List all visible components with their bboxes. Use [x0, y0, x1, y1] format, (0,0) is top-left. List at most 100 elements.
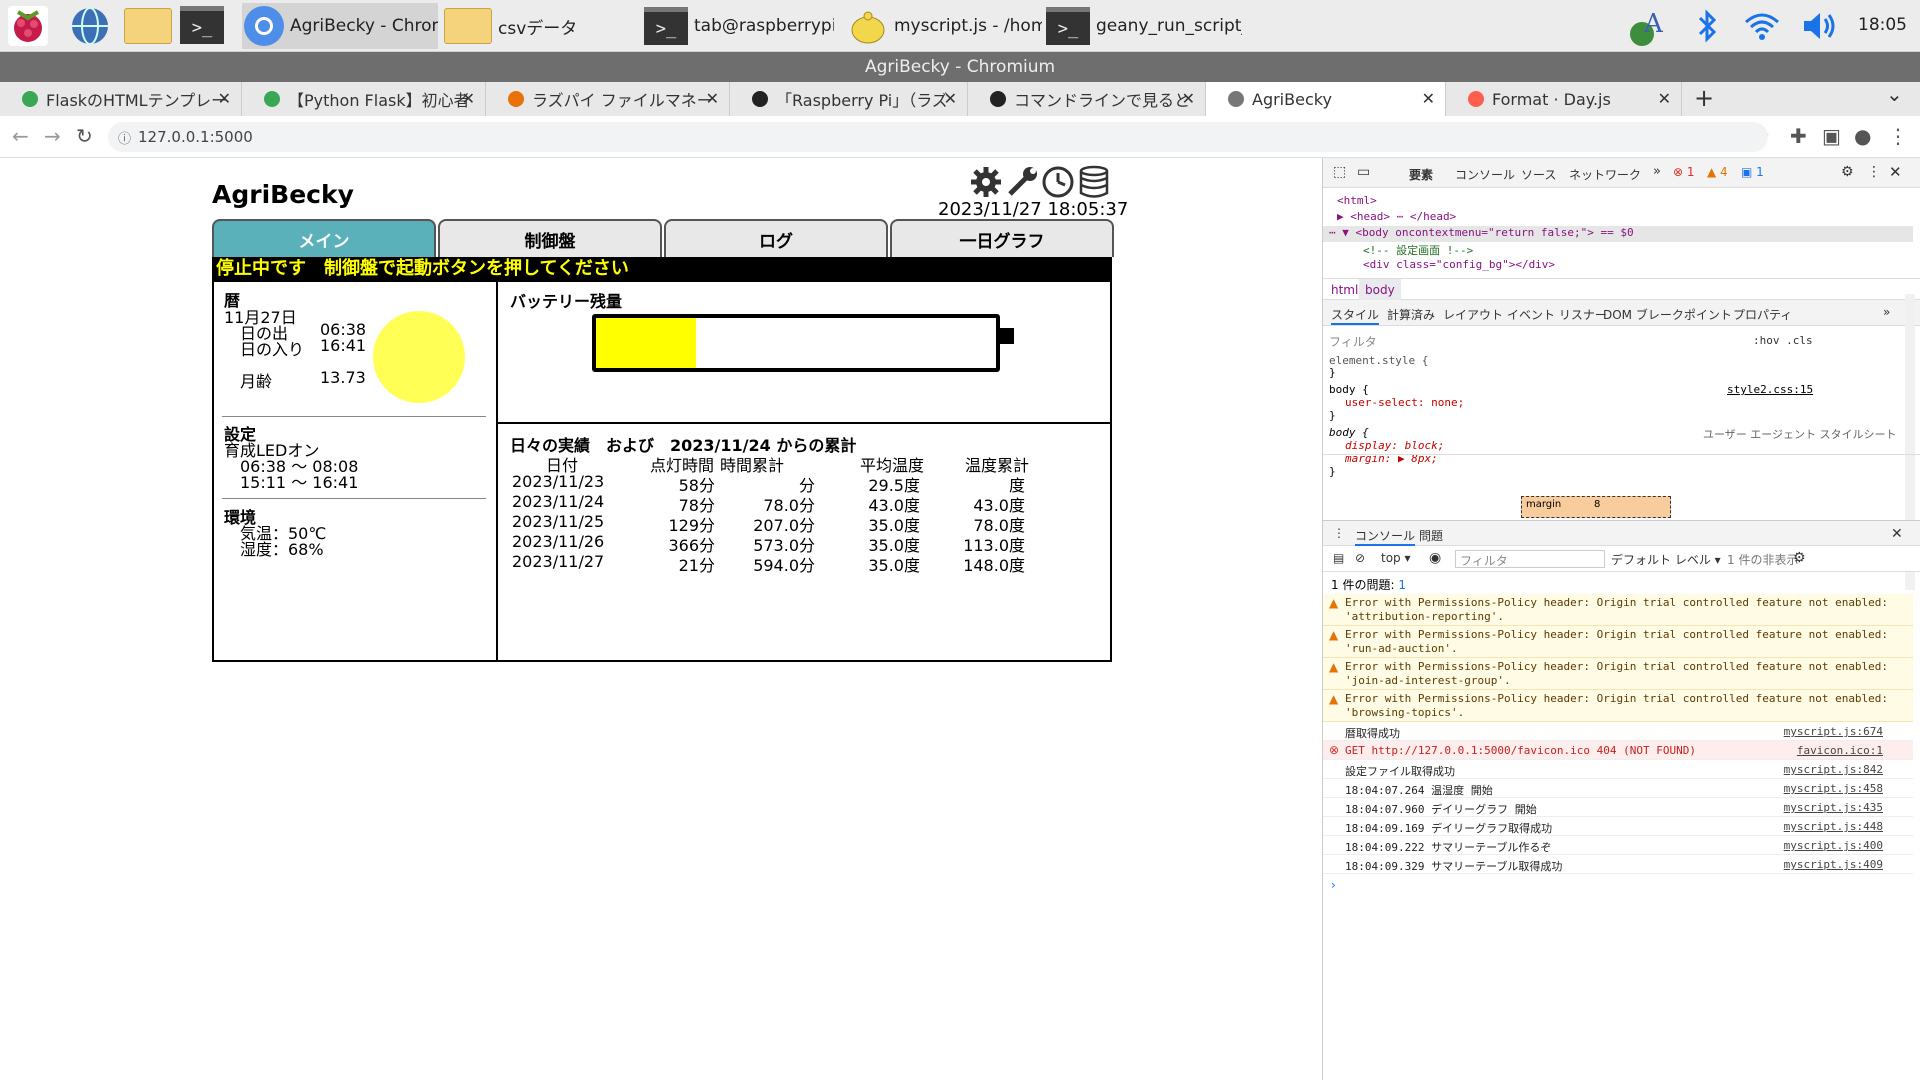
side-panel-icon[interactable]: ▣: [1822, 124, 1841, 148]
info-icon[interactable]: ⓘ: [118, 128, 131, 147]
warning-count-badge[interactable]: ▲ 4: [1707, 165, 1728, 179]
browser-tab[interactable]: ラズパイ ファイルマネー ✕: [486, 82, 730, 116]
updater-icon[interactable]: A: [1626, 6, 1666, 46]
styles-subtab[interactable]: DOM ブレークポイント: [1603, 306, 1732, 323]
tab-log[interactable]: ログ: [664, 219, 888, 257]
log-source-link[interactable]: myscript.js:674: [1784, 725, 1883, 738]
clear-console-icon[interactable]: ⊘: [1355, 551, 1365, 565]
rule-element-style[interactable]: element.style {: [1329, 354, 1428, 367]
log-source-link[interactable]: myscript.js:448: [1784, 820, 1883, 833]
console-log[interactable]: 18:04:09.169 デイリーグラフ取得成功 myscript.js:448: [1323, 817, 1913, 836]
close-devtools-icon[interactable]: ✕: [1889, 163, 1902, 181]
close-tab-icon[interactable]: ✕: [944, 89, 957, 108]
rule-body-selector[interactable]: body {: [1329, 383, 1369, 396]
console-log[interactable]: 設定ファイル取得成功 myscript.js:842: [1323, 760, 1913, 779]
styles-subtab[interactable]: イベント リスナー: [1507, 306, 1607, 323]
close-drawer-icon[interactable]: ✕: [1891, 526, 1903, 542]
tab-control-panel[interactable]: 制御盤: [438, 219, 662, 257]
sidebar-toggle-icon[interactable]: ▤: [1333, 551, 1344, 565]
log-source-link[interactable]: favicon.ico:1: [1797, 744, 1883, 757]
styles-subtab[interactable]: 計算済み: [1387, 306, 1435, 323]
dom-node-div[interactable]: <div class="config_bg"></div>: [1363, 258, 1555, 271]
rule-source-link[interactable]: style2.css:15: [1727, 383, 1813, 396]
clock[interactable]: 18:05: [1858, 15, 1907, 35]
tab-daily-graph[interactable]: 一日グラフ: [890, 219, 1114, 257]
taskbar-chromium[interactable]: AgriBecky - Chromi...: [242, 3, 438, 49]
log-source-link[interactable]: myscript.js:400: [1784, 839, 1883, 852]
browser-tab[interactable]: Format · Day.js ✕: [1446, 82, 1682, 116]
log-source-link[interactable]: myscript.js:409: [1784, 858, 1883, 871]
close-tab-icon[interactable]: ✕: [462, 89, 475, 108]
browser-tab[interactable]: 「Raspberry Pi」（ラズ ✕: [730, 82, 968, 116]
browser-tab[interactable]: コマンドラインで見ると ✕: [968, 82, 1206, 116]
raspberry-menu-icon[interactable]: [8, 6, 48, 46]
close-tab-icon[interactable]: ✕: [218, 89, 231, 108]
devtools-tab-network[interactable]: ネットワーク: [1569, 166, 1641, 183]
close-tab-icon[interactable]: ✕: [706, 89, 719, 108]
database-icon[interactable]: [1077, 165, 1111, 199]
wrench-icon[interactable]: [1005, 165, 1039, 199]
issues-link[interactable]: 1 件の問題: 1: [1331, 576, 1406, 593]
crumb-body[interactable]: body: [1359, 279, 1401, 301]
console-log[interactable]: 18:04:09.222 サマリーテーブル作るぞ myscript.js:400: [1323, 836, 1913, 855]
browser-tab[interactable]: 【Python Flask】初心者 ✕: [242, 82, 486, 116]
log-source-link[interactable]: myscript.js:842: [1784, 763, 1883, 776]
dom-comment[interactable]: <!-- 設定画面 !-->: [1363, 242, 1473, 258]
taskbar-terminal[interactable]: >_ tab@raspberrypi: ...: [644, 3, 834, 49]
console-warning[interactable]: ▲ Error with Permissions-Policy header: O…: [1323, 594, 1913, 626]
dom-node-head[interactable]: ▶ <head> ⋯ </head>: [1337, 210, 1456, 223]
reload-icon[interactable]: ↻: [76, 124, 93, 148]
crumb-html[interactable]: html: [1331, 283, 1358, 297]
devtools-tab-elements[interactable]: 要素: [1409, 166, 1433, 183]
tab-main[interactable]: メイン: [212, 219, 436, 257]
log-source-link[interactable]: myscript.js:435: [1784, 801, 1883, 814]
styles-subtab[interactable]: レイアウト: [1443, 306, 1503, 323]
tab-search-icon[interactable]: ⌄: [1886, 82, 1903, 106]
log-level-dropdown[interactable]: デフォルト レベル ▾: [1611, 551, 1721, 568]
volume-icon[interactable]: [1798, 6, 1838, 46]
kebab-menu-icon[interactable]: ⋮: [1867, 164, 1881, 180]
console-log[interactable]: 暦取得成功 myscript.js:674: [1323, 722, 1913, 741]
clock-icon[interactable]: [1041, 165, 1075, 199]
settings-gear-icon[interactable]: ⚙: [1841, 164, 1854, 180]
console-warning[interactable]: ▲ Error with Permissions-Policy header: O…: [1323, 626, 1913, 658]
console-warning[interactable]: ▲ Error with Permissions-Policy header: O…: [1323, 658, 1913, 690]
taskbar-geany[interactable]: myscript.js - /hom...: [846, 3, 1042, 49]
url-field[interactable]: ⓘ 127.0.0.1:5000: [108, 122, 1768, 152]
styles-subtab[interactable]: プロパティ: [1733, 306, 1792, 323]
drawer-tab-console[interactable]: コンソール: [1355, 527, 1416, 546]
forward-icon[interactable]: →: [44, 124, 61, 148]
more-tabs-icon[interactable]: »: [1653, 164, 1661, 179]
console-settings-icon[interactable]: ⚙: [1793, 550, 1806, 566]
file-manager-icon[interactable]: [124, 6, 172, 46]
error-count-badge[interactable]: ⊗ 1: [1673, 165, 1695, 179]
gear-icon[interactable]: [969, 165, 1003, 199]
back-icon[interactable]: ←: [12, 124, 29, 148]
rule-ua-selector[interactable]: body {: [1329, 426, 1369, 439]
close-tab-icon[interactable]: ✕: [1182, 89, 1195, 108]
taskbar-folder-csv[interactable]: csvデータ: [444, 3, 634, 49]
styles-filter-input[interactable]: フィルタ: [1329, 333, 1377, 350]
console-filter-input[interactable]: フィルタ: [1455, 550, 1605, 568]
device-toggle-icon[interactable]: ▭: [1357, 164, 1370, 180]
drawer-tab-issues[interactable]: 問題: [1419, 527, 1443, 544]
live-expression-eye-icon[interactable]: ◉: [1429, 550, 1441, 566]
close-tab-icon[interactable]: ✕: [1422, 89, 1435, 108]
rule-property[interactable]: user-select: none;: [1345, 396, 1464, 409]
devtools-tab-console[interactable]: コンソール: [1455, 166, 1515, 183]
browser-globe-icon[interactable]: [70, 6, 110, 46]
taskbar-geany-script[interactable]: >_ geany_run_script_0...: [1046, 3, 1242, 49]
more-subtabs-icon[interactable]: »: [1883, 305, 1890, 319]
profile-icon[interactable]: ●: [1854, 124, 1871, 148]
context-selector[interactable]: top ▾: [1381, 551, 1411, 565]
dom-node-html[interactable]: <html>: [1337, 194, 1377, 207]
wifi-icon[interactable]: [1742, 6, 1782, 46]
terminal-icon[interactable]: >_: [180, 6, 226, 46]
drawer-menu-icon[interactable]: ⋮: [1333, 526, 1345, 540]
hov-cls-toggles[interactable]: :hov .cls: [1753, 334, 1813, 347]
log-source-link[interactable]: myscript.js:458: [1784, 782, 1883, 795]
console-log[interactable]: 18:04:07.960 デイリーグラフ 開始 myscript.js:435: [1323, 798, 1913, 817]
bluetooth-icon[interactable]: [1692, 6, 1722, 46]
devtools-tab-sources[interactable]: ソース: [1521, 166, 1556, 183]
dom-node-body[interactable]: ⋯ ▼ <body oncontextmenu="return false;">…: [1323, 226, 1913, 242]
